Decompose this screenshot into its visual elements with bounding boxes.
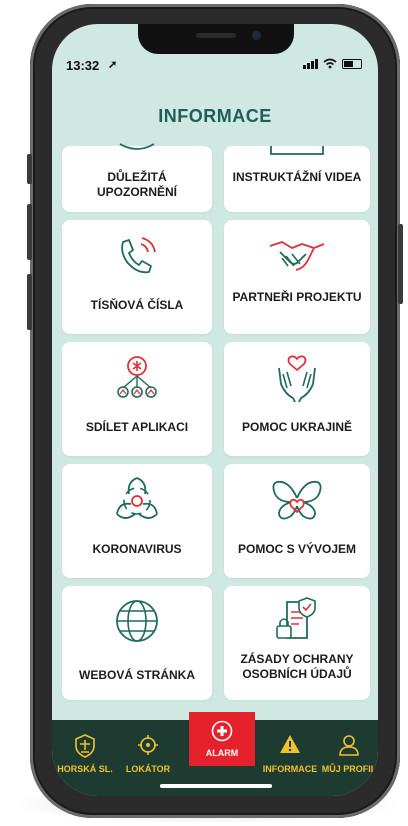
hands-heart-icon — [278, 355, 316, 403]
globe-icon — [116, 600, 158, 642]
nav-label: MŮJ PROFIL — [321, 764, 377, 774]
tile-project-partners[interactable]: PARTNEŘI PROJEKTU — [224, 220, 370, 334]
tile-label: ZÁSADY OCHRANY OSOBNÍCH ÚDAJŮ — [240, 652, 354, 681]
nav-item-my-profile[interactable]: MŮJ PROFIL — [320, 720, 378, 796]
handshake-icon — [269, 241, 325, 271]
info-grid: DŮLEŽITÁ UPOZORNĚNÍ INSTRUKTÁŽNÍ VIDEA T… — [52, 24, 378, 796]
video-icon — [270, 146, 324, 155]
tile-label: KORONAVIRUS — [92, 542, 182, 556]
tile-label: TÍSŇOVÁ ČÍSLA — [90, 298, 184, 312]
nav-label: INFORMACE — [262, 764, 318, 774]
mute-switch — [27, 154, 32, 184]
tile-label: SDÍLET APLIKACI — [85, 420, 189, 434]
alarm-label: ALARM — [205, 748, 239, 758]
tile-coronavirus[interactable]: KORONAVIRUS — [62, 464, 212, 578]
tile-privacy-policy[interactable]: ZÁSADY OCHRANY OSOBNÍCH ÚDAJŮ — [224, 586, 370, 700]
alarm-button[interactable]: ALARM — [189, 712, 255, 766]
front-camera — [252, 31, 261, 40]
tile-share-app[interactable]: SDÍLET APLIKACI — [62, 342, 212, 456]
biohazard-icon — [116, 477, 158, 519]
phone-frame: 13:32 ➚ INFORMACE DŮLEŽITÁ UPOZORNĚNÍ IN… — [27, 4, 403, 818]
nav-label: HORSKÁ SL. — [57, 764, 113, 774]
tile-important-notices[interactable]: DŮLEŽITÁ UPOZORNĚNÍ — [62, 143, 212, 212]
butterfly-icon — [272, 480, 322, 520]
share-network-icon — [117, 356, 157, 398]
tile-website[interactable]: WEBOVÁ STRÁNKA — [62, 586, 212, 700]
power-button — [398, 224, 403, 304]
tile-label: POMOC S VÝVOJEM — [237, 542, 357, 556]
tile-label: DŮLEŽITÁ UPOZORNĚNÍ — [96, 170, 177, 199]
volume-up-button — [27, 204, 32, 260]
mountain-rescue-icon — [75, 734, 95, 758]
speaker — [196, 33, 236, 38]
crosshair-icon — [138, 735, 158, 755]
volume-down-button — [27, 274, 32, 330]
user-icon — [339, 735, 359, 756]
warning-icon — [280, 735, 300, 753]
alarm-plus-icon — [211, 720, 233, 742]
tile-label: PARTNEŘI PROJEKTU — [232, 290, 362, 304]
privacy-document-icon — [276, 597, 316, 639]
tile-development-support[interactable]: POMOC S VÝVOJEM — [224, 464, 370, 578]
tile-label: INSTRUKTÁŽNÍ VIDEA — [232, 170, 362, 184]
bell-icon — [119, 143, 155, 150]
app-screen: 13:32 ➚ INFORMACE DŮLEŽITÁ UPOZORNĚNÍ IN… — [52, 24, 378, 796]
notch — [138, 24, 294, 54]
tile-instructional-videos[interactable]: INSTRUKTÁŽNÍ VIDEA — [224, 146, 370, 212]
home-indicator[interactable] — [160, 784, 272, 788]
nav-item-mountain-rescue[interactable]: HORSKÁ SL. — [52, 720, 118, 796]
tile-emergency-numbers[interactable]: TÍSŇOVÁ ČÍSLA — [62, 220, 212, 334]
phone-icon — [121, 237, 156, 274]
nav-label: LOKÁTOR — [125, 764, 171, 774]
tile-help-ukraine[interactable]: POMOC UKRAJINĚ — [224, 342, 370, 456]
tile-label: WEBOVÁ STRÁNKA — [79, 668, 195, 682]
tile-label: POMOC UKRAJINĚ — [241, 420, 352, 434]
